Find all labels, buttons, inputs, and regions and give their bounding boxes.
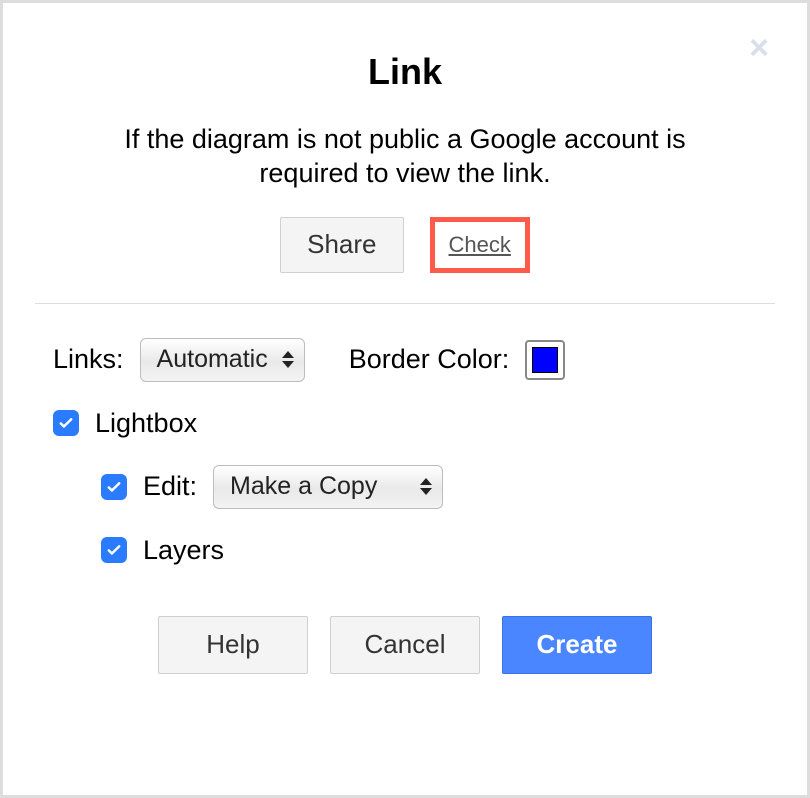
share-button[interactable]: Share <box>280 217 403 273</box>
share-button-label: Share <box>307 229 376 260</box>
select-spinner-icon <box>420 478 432 495</box>
dialog-description: If the diagram is not public a Google ac… <box>85 123 725 191</box>
share-row: Share Check <box>31 217 779 273</box>
close-icon[interactable]: × <box>749 31 769 65</box>
links-label: Links: <box>53 344 124 375</box>
layers-label: Layers <box>143 535 224 566</box>
link-dialog: × Link If the diagram is not public a Go… <box>0 0 810 798</box>
edit-label: Edit: <box>143 471 197 502</box>
check-icon <box>105 478 123 496</box>
layers-row: Layers <box>101 535 779 566</box>
edit-select-value: Make a Copy <box>230 472 377 501</box>
links-row: Links: Automatic Border Color: <box>53 338 779 382</box>
border-color-swatch <box>532 347 558 373</box>
check-link[interactable]: Check <box>449 232 511 258</box>
lightbox-label: Lightbox <box>95 408 197 439</box>
border-color-label: Border Color: <box>349 344 510 375</box>
layers-checkbox[interactable] <box>101 537 127 563</box>
select-spinner-icon <box>282 351 294 368</box>
edit-checkbox[interactable] <box>101 474 127 500</box>
edit-row: Edit: Make a Copy <box>101 465 779 509</box>
help-button[interactable]: Help <box>158 616 308 674</box>
dialog-title: Link <box>31 51 779 93</box>
cancel-button[interactable]: Cancel <box>330 616 480 674</box>
cancel-button-label: Cancel <box>365 629 446 660</box>
divider <box>35 303 775 304</box>
lightbox-checkbox[interactable] <box>53 410 79 436</box>
check-icon <box>105 541 123 559</box>
create-button-label: Create <box>537 629 618 660</box>
check-highlight: Check <box>430 217 530 273</box>
edit-select[interactable]: Make a Copy <box>213 465 443 509</box>
create-button[interactable]: Create <box>502 616 652 674</box>
border-color-picker[interactable] <box>525 340 565 380</box>
links-select-value: Automatic <box>157 345 268 374</box>
lightbox-row: Lightbox <box>53 408 779 439</box>
dialog-footer: Help Cancel Create <box>31 616 779 674</box>
links-select[interactable]: Automatic <box>140 338 305 382</box>
check-icon <box>57 414 75 432</box>
help-button-label: Help <box>206 629 259 660</box>
